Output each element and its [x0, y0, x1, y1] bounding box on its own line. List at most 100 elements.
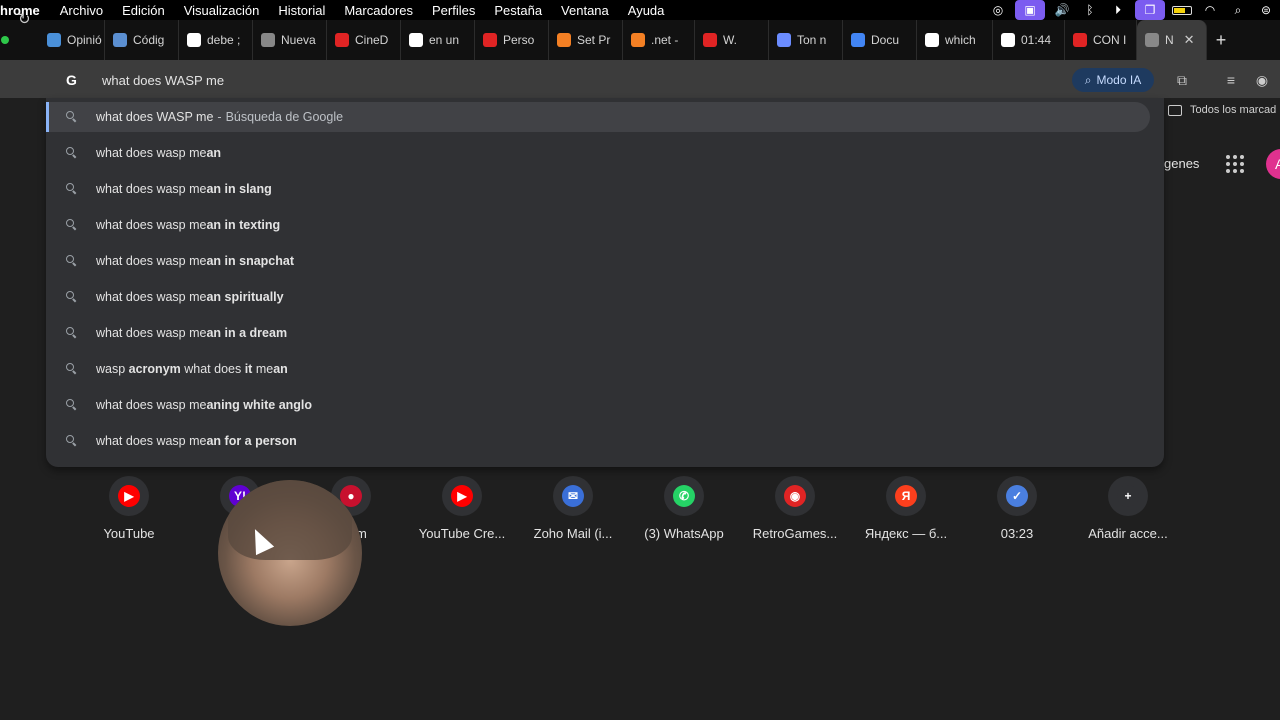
suggestion-text: what does wasp mean spiritually — [96, 290, 284, 304]
suggestion-row[interactable]: what does wasp mean spiritually — [46, 282, 1150, 312]
shortcut-label: Zoho Mail (i... — [533, 526, 613, 541]
suggestion-row[interactable]: what does wasp mean for a person — [46, 426, 1150, 456]
add-shortcut-icon: + — [1117, 485, 1139, 507]
menu-edicion[interactable]: Edición — [122, 3, 165, 18]
menu-visualizacion[interactable]: Visualización — [184, 3, 260, 18]
ai-mode-label: Modo IA — [1096, 73, 1142, 87]
menu-perfiles[interactable]: Perfiles — [432, 3, 475, 18]
control-center-icon[interactable]: ⊜ — [1252, 0, 1280, 20]
screen-share-icon[interactable]: ▣ — [1015, 0, 1045, 20]
close-tab-icon[interactable]: ✕ — [1184, 32, 1195, 48]
window-zoom-button[interactable] — [1, 36, 9, 44]
menu-items: hrome Archivo Edición Visualización Hist… — [0, 3, 683, 18]
suggestion-row[interactable]: what does wasp mean in slang — [46, 174, 1150, 204]
browser-tab[interactable]: .net - — [623, 20, 695, 60]
wifi-icon[interactable]: ◠ — [1196, 0, 1224, 20]
suggestion-row[interactable]: wasp acronym what does it mean — [46, 354, 1150, 384]
suggestion-row[interactable]: what does wasp mean in a dream — [46, 318, 1150, 348]
volume-icon[interactable]: 🔊 — [1048, 0, 1076, 20]
shortcut-label: YouTube — [103, 526, 155, 541]
browser-tab[interactable]: CineD — [327, 20, 401, 60]
suggestion-row[interactable]: what does wasp meaning white anglo — [46, 390, 1150, 420]
avatar[interactable]: A — [1266, 149, 1280, 179]
tab-title: W. — [723, 33, 737, 47]
suggestion-text: what does wasp mean for a person — [96, 434, 297, 448]
youtube-icon: ▶ — [451, 485, 473, 507]
menu-ventana[interactable]: Ventana — [561, 3, 609, 18]
all-bookmarks[interactable]: Todos los marcad — [1168, 104, 1276, 116]
sync-icon[interactable]: ◎ — [984, 0, 1012, 20]
tab-favicon-icon — [925, 33, 939, 47]
shortcut-tile[interactable]: ▶ YouTube — [73, 476, 185, 541]
browser-tab[interactable]: Códig — [105, 20, 179, 60]
shortcut-tile[interactable]: ✉ Zoho Mail (i... — [517, 476, 629, 541]
webcam-overlay — [218, 480, 362, 626]
shortcut-tile[interactable]: + Añadir acce... — [1072, 476, 1184, 541]
shortcut-tile[interactable]: ◉ RetroGames... — [739, 476, 851, 541]
omnibox[interactable]: G what does WASP me — [56, 68, 1164, 92]
shortcut-tile[interactable]: ▶ YouTube Cre... — [406, 476, 518, 541]
suggestion-text: what does wasp mean in texting — [96, 218, 281, 232]
extensions-icon[interactable]: ⧉ — [1172, 70, 1192, 90]
new-tab-button[interactable]: + — [1207, 20, 1235, 60]
tab-title: which — [945, 33, 976, 47]
tab-title: Nueva — [281, 33, 316, 47]
suggestion-row[interactable]: what does wasp mean in snapchat — [46, 246, 1150, 276]
menu-pestana[interactable]: Pestaña — [494, 3, 542, 18]
reload-icon[interactable]: ↻ — [18, 10, 36, 28]
images-link[interactable]: genes — [1164, 156, 1199, 171]
tab-favicon-icon — [187, 33, 201, 47]
tab-title: debe ; — [207, 33, 241, 47]
tab-favicon-icon — [113, 33, 127, 47]
browser-tab[interactable]: Docu — [843, 20, 917, 60]
shortcut-label: YouTube Cre... — [418, 526, 506, 541]
profile-icon[interactable]: ◉ — [1252, 70, 1272, 90]
browser-tab[interactable]: en un — [401, 20, 475, 60]
browser-tab[interactable]: Set Pr — [549, 20, 623, 60]
tab-title: .net - — [651, 33, 679, 47]
menu-marcadores[interactable]: Marcadores — [344, 3, 413, 18]
spotlight-search-icon[interactable]: ⌕ — [1224, 0, 1252, 20]
search-icon — [66, 255, 78, 267]
status-area: ◎ ▣ 🔊 ᛒ ⏵ ❐ ◠ ⌕ ⊜ — [984, 0, 1280, 20]
omnibox-input[interactable]: what does WASP me — [102, 73, 224, 88]
menu-archivo[interactable]: Archivo — [60, 3, 103, 18]
menu-ayuda[interactable]: Ayuda — [628, 3, 665, 18]
tab-favicon-icon — [1073, 33, 1087, 47]
suggestion-text: what does wasp mean in snapchat — [96, 254, 295, 268]
play-icon[interactable]: ⏵ — [1104, 0, 1132, 20]
browser-tab[interactable]: Nueva — [253, 20, 327, 60]
browser-tab[interactable]: debe ; — [179, 20, 253, 60]
browser-tab[interactable]: which — [917, 20, 993, 60]
browser-tab[interactable]: CON I — [1065, 20, 1137, 60]
battery-icon[interactable] — [1168, 0, 1196, 20]
browser-tab[interactable]: Ton n — [769, 20, 843, 60]
tab-title: Set Pr — [577, 33, 611, 47]
browser-tab[interactable]: Opinió — [39, 20, 105, 60]
browser-tab[interactable]: 01:44 — [993, 20, 1065, 60]
window-icon[interactable]: ❐ — [1135, 0, 1165, 20]
suggestion-row[interactable]: what does wasp mean in texting — [46, 210, 1150, 240]
search-icon — [66, 111, 78, 123]
search-icon — [66, 327, 78, 339]
shortcut-tile[interactable]: Я Яндекс — б... — [850, 476, 962, 541]
google-apps-icon[interactable] — [1226, 155, 1244, 173]
browser-tab[interactable]: W. — [695, 20, 769, 60]
shortcut-tile[interactable]: ✆ (3) WhatsApp — [628, 476, 740, 541]
tab-favicon-icon — [47, 33, 61, 47]
search-icon — [66, 399, 78, 411]
browser-tab[interactable]: Perso — [475, 20, 549, 60]
ai-mode-button[interactable]: ⌕ Modo IA — [1072, 68, 1154, 92]
shortcut-label: 03:23 — [1000, 526, 1034, 541]
suggestion-row[interactable]: what does WASP me - Búsqueda de Google — [46, 102, 1150, 132]
suggestion-row[interactable]: what does wasp mean — [46, 138, 1150, 168]
suggestion-text: what does wasp mean in a dream — [96, 326, 288, 340]
tab-favicon-icon — [1145, 33, 1159, 47]
ai-search-icon: ⌕ — [1084, 72, 1092, 87]
media-controls-icon[interactable]: ≡ — [1221, 70, 1241, 90]
bluetooth-icon[interactable]: ᛒ — [1076, 0, 1104, 20]
menu-historial[interactable]: Historial — [278, 3, 325, 18]
zoho-mail-icon: ✉ — [562, 485, 584, 507]
browser-tab[interactable]: N ✕ — [1137, 20, 1207, 60]
shortcut-tile[interactable]: ✓ 03:23 — [961, 476, 1073, 541]
